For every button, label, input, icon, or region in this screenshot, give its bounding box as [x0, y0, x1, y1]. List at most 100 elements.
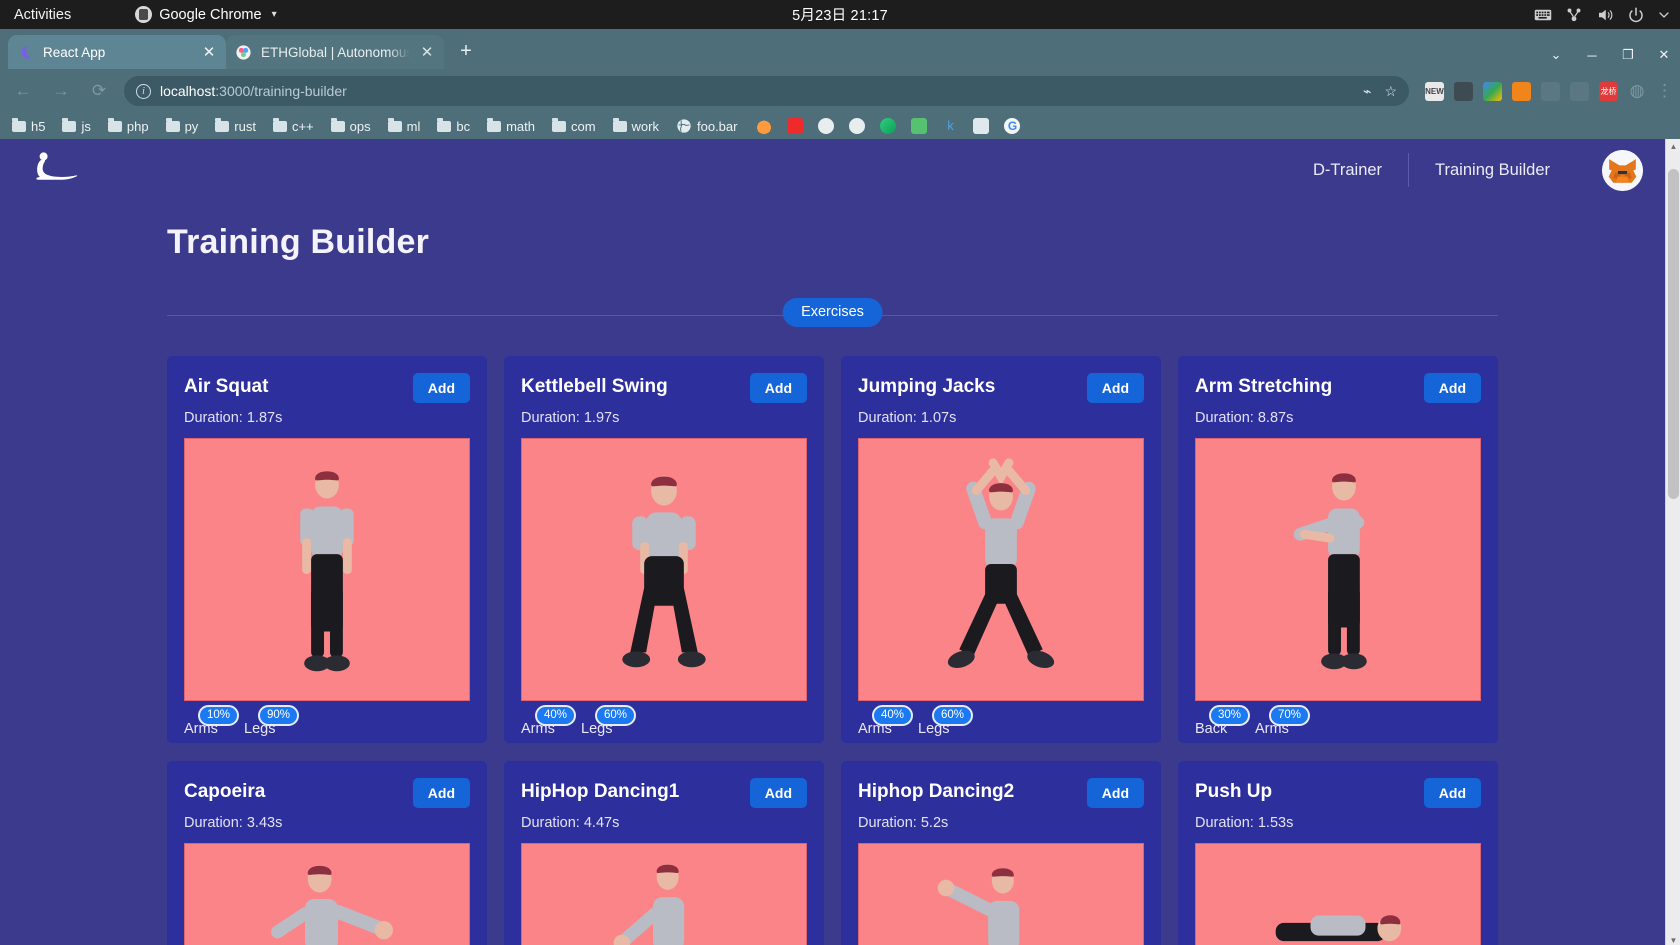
back-button[interactable]: ← [10, 81, 36, 101]
metamask-fox-avatar[interactable] [1602, 149, 1643, 191]
exercise-preview[interactable] [184, 438, 470, 701]
cn-ext-icon[interactable]: 龙桥 [1599, 81, 1618, 101]
close-icon[interactable]: ✕ [201, 43, 217, 61]
minimize-button[interactable]: ─ [1582, 48, 1602, 63]
grey-ext-icon-1[interactable] [1541, 81, 1560, 101]
power-icon[interactable] [1627, 6, 1645, 24]
folder-icon [215, 117, 230, 132]
exercise-card[interactable]: Push Up Add Duration: 1.53s [1178, 761, 1498, 945]
avatar-pose-hiphop-1 [613, 864, 685, 945]
glasses-ext-icon[interactable] [1454, 81, 1473, 101]
tab-ethglobal[interactable]: ETHGlobal | Autonomous ✕ [226, 35, 444, 69]
system-tray[interactable] [1534, 6, 1670, 24]
add-button[interactable]: Add [1086, 373, 1144, 403]
add-button[interactable]: Add [412, 373, 470, 403]
keyboard-icon[interactable] [1534, 6, 1552, 24]
bookmark-item[interactable]: ops [325, 117, 377, 136]
address-bar[interactable]: i localhost:3000/training-builder ⌁ ☆ [124, 76, 1409, 106]
tab-search-icon[interactable]: ⌄ [1546, 47, 1566, 63]
exercise-card[interactable]: Capoeira Add Duration: 3.43s [167, 761, 487, 945]
green-icon[interactable] [911, 118, 928, 134]
maximize-button[interactable]: ❐ [1618, 47, 1638, 63]
grey-ext-icon-2[interactable] [1570, 81, 1589, 101]
activities-button[interactable]: Activities [0, 7, 85, 23]
exercise-preview[interactable] [521, 843, 807, 945]
close-icon[interactable]: ✕ [419, 43, 435, 61]
new-badge[interactable]: NEW [1425, 81, 1444, 101]
arc-icon[interactable] [756, 118, 773, 134]
exercise-preview[interactable] [858, 843, 1144, 945]
active-app-menu[interactable]: Google Chrome ▾ [135, 6, 277, 23]
forward-button[interactable]: → [48, 81, 74, 101]
youtube-icon[interactable] [787, 118, 804, 134]
add-button[interactable]: Add [1423, 373, 1481, 403]
new-tab-button[interactable]: + [452, 38, 480, 66]
bookmark-item[interactable]: h5 [6, 117, 51, 136]
exercise-card[interactable]: Air Squat Add Duration: 1.87s Arms 10% L… [167, 356, 487, 743]
exercise-preview[interactable] [184, 843, 470, 945]
network-icon[interactable] [1565, 6, 1583, 24]
bookmark-item[interactable]: c++ [267, 117, 320, 136]
add-button[interactable]: Add [1423, 778, 1481, 808]
yoga-figure-logo[interactable] [30, 148, 86, 192]
bookmark-label: com [570, 118, 596, 134]
bookmark-item[interactable]: com [546, 117, 602, 136]
exercise-preview[interactable] [1195, 438, 1481, 701]
orange-ext-icon[interactable] [1512, 81, 1531, 101]
card-header: Air Squat Add [184, 373, 470, 403]
add-button[interactable]: Add [412, 778, 470, 808]
colorful-ext-icon[interactable] [1483, 81, 1502, 101]
close-window-button[interactable]: ✕ [1654, 47, 1674, 63]
exercise-preview[interactable] [858, 438, 1144, 701]
nav-link-training-builder[interactable]: Training Builder [1409, 153, 1576, 187]
ethglobal-icon [236, 44, 251, 60]
exercise-duration: Duration: 4.47s [521, 815, 620, 831]
profile-icon[interactable]: ◍ [1628, 81, 1646, 101]
chevron-down-icon[interactable] [1658, 6, 1670, 24]
window-controls: ⌄ ─ ❐ ✕ [1546, 47, 1674, 63]
exercise-card[interactable]: HipHop Dancing1 Add Duration: 4.47s [504, 761, 824, 945]
exercise-card[interactable]: Arm Stretching Add Duration: 8.87s Back … [1178, 356, 1498, 743]
bookmark-item[interactable]: ml [382, 117, 427, 136]
scroll-down-icon[interactable]: ▼ [1666, 933, 1680, 945]
share-icon[interactable]: ⌁ [1363, 83, 1371, 100]
bookmark-item[interactable]: rust [209, 117, 262, 136]
scrollbar-thumb[interactable] [1668, 169, 1679, 499]
reddit-icon[interactable] [818, 118, 835, 134]
clock[interactable]: 5月23日 21:17 [792, 4, 888, 25]
bookmark-item[interactable]: py [160, 117, 205, 136]
menu-icon[interactable]: ⋮ [1656, 81, 1673, 101]
scroll-up-icon[interactable]: ▲ [1666, 139, 1680, 154]
bookmark-item[interactable]: php [102, 117, 155, 136]
add-button[interactable]: Add [1086, 778, 1144, 808]
bookmark-item[interactable]: math [481, 117, 541, 136]
bookmark-item-foo-bar[interactable]: foo.bar [670, 116, 743, 136]
exercise-card[interactable]: Hiphop Dancing2 Add Duration: 5.2s [841, 761, 1161, 945]
add-button[interactable]: Add [749, 373, 807, 403]
card-header: Hiphop Dancing2 Add [858, 778, 1144, 808]
tab-react-app[interactable]: React App ✕ [8, 35, 226, 69]
volume-icon[interactable] [1596, 6, 1614, 24]
avatar-pose-swing [622, 475, 706, 668]
blue-icon[interactable] [973, 118, 990, 134]
exercise-name: HipHop Dancing1 [521, 781, 680, 802]
play-store-icon[interactable] [880, 118, 897, 134]
k-icon[interactable]: k [942, 118, 959, 134]
reload-button[interactable]: ⟳ [86, 81, 112, 101]
bookmark-item[interactable]: js [56, 117, 96, 136]
exercise-card[interactable]: Kettlebell Swing Add Duration: 1.97s Arm… [504, 356, 824, 743]
exercise-preview[interactable] [521, 438, 807, 701]
tab-exercises[interactable]: Exercises [782, 298, 883, 327]
bookmark-item[interactable]: bc [431, 117, 476, 136]
bookmark-item[interactable]: work [607, 117, 665, 136]
google-icon[interactable]: G [1004, 118, 1021, 134]
url-path: :3000/training-builder [215, 83, 347, 99]
info-icon[interactable]: i [136, 83, 151, 99]
exercise-preview[interactable] [1195, 843, 1481, 945]
reddit-icon-2[interactable] [849, 118, 866, 134]
add-button[interactable]: Add [749, 778, 807, 808]
exercise-card[interactable]: Jumping Jacks Add Duration: 1.07s Arms 4… [841, 356, 1161, 743]
page-scrollbar[interactable]: ▲ ▼ [1665, 139, 1680, 945]
nav-link-d-trainer[interactable]: D-Trainer [1287, 153, 1408, 187]
star-icon[interactable]: ☆ [1384, 83, 1397, 100]
